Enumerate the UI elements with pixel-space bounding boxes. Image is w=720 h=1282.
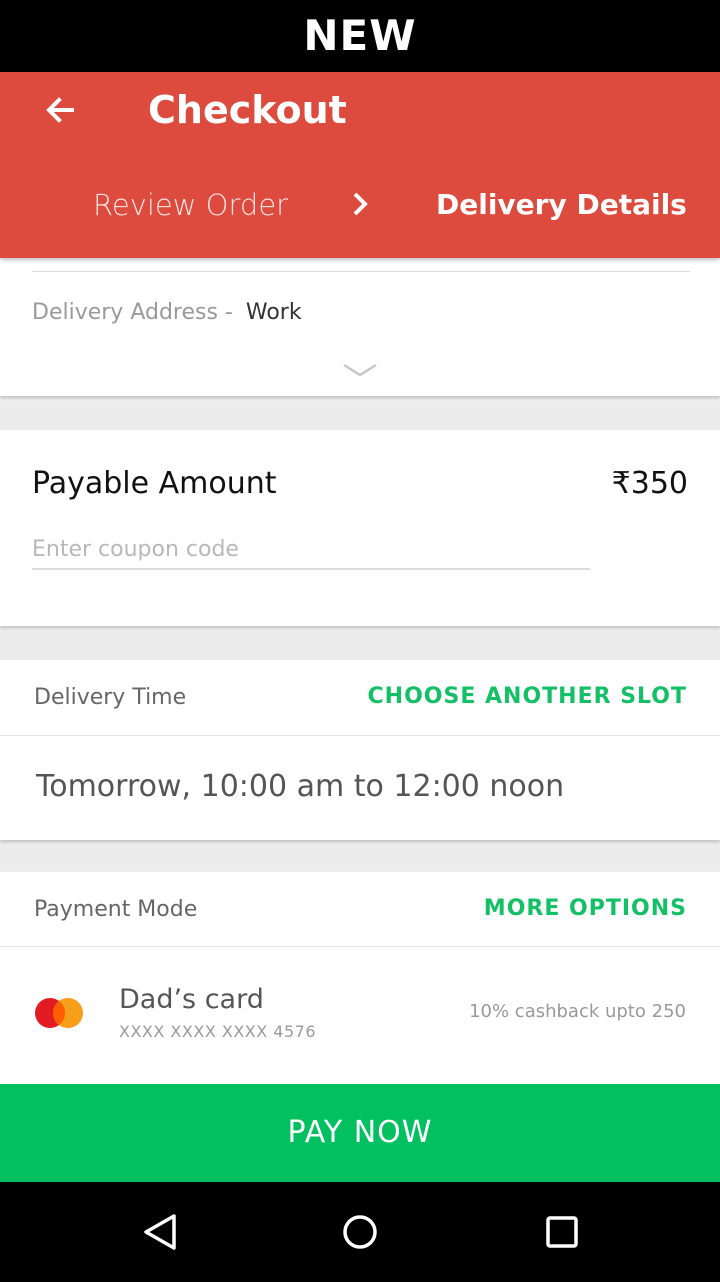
card-cashback-offer: 10% cashback upto 250	[469, 1001, 686, 1022]
nav-back-icon	[144, 1214, 176, 1250]
system-nav-bar	[0, 1182, 720, 1282]
choose-another-slot-button[interactable]: CHOOSE ANOTHER SLOT	[368, 684, 687, 709]
address-card: Delivery Address - Work	[0, 258, 720, 396]
nav-home-button[interactable]	[330, 1206, 390, 1258]
nav-recents-button[interactable]	[532, 1206, 592, 1258]
more-options-button[interactable]: MORE OPTIONS	[484, 896, 687, 921]
saved-card-name[interactable]: Dad’s card	[119, 984, 264, 1015]
new-banner: NEW	[0, 0, 720, 72]
payment-mode-card: Payment Mode MORE OPTIONS Dad’s card XXX…	[0, 872, 720, 1084]
mastercard-icon	[35, 998, 83, 1028]
payable-card: Payable Amount ₹350	[0, 430, 720, 626]
coupon-code-input[interactable]	[32, 530, 590, 570]
delivery-slot-text: Tomorrow, 10:00 am to 12:00 noon	[36, 769, 565, 804]
delivery-address-row: Delivery Address - Work	[32, 300, 302, 325]
back-button[interactable]	[30, 86, 90, 134]
payable-amount-label: Payable Amount	[32, 466, 277, 501]
app-bar: Checkout Review Order Delivery Details	[0, 72, 720, 258]
pay-now-button[interactable]: PAY NOW	[0, 1084, 720, 1182]
chevron-down-icon	[343, 363, 377, 377]
payment-mode-title: Payment Mode	[34, 897, 198, 922]
nav-back-button[interactable]	[130, 1206, 190, 1258]
nav-home-icon	[343, 1215, 377, 1249]
delivery-address-value: Work	[245, 300, 302, 325]
expand-address-button[interactable]	[338, 358, 382, 382]
payment-mode-header: Payment Mode MORE OPTIONS	[0, 872, 720, 947]
email-field-clipped	[32, 258, 690, 272]
delivery-time-header: Delivery Time CHOOSE ANOTHER SLOT	[0, 660, 720, 736]
delivery-address-label: Delivery Address -	[32, 300, 233, 325]
chevron-right-icon	[346, 186, 374, 222]
saved-card-number: XXXX XXXX XXXX 4576	[119, 1022, 317, 1041]
step-review-order[interactable]: Review Order	[93, 188, 288, 222]
back-arrow-icon	[46, 97, 74, 123]
delivery-time-title: Delivery Time	[34, 685, 187, 710]
step-delivery-details[interactable]: Delivery Details	[436, 188, 687, 221]
payable-amount-value: ₹350	[611, 466, 688, 501]
nav-recents-icon	[546, 1216, 578, 1248]
page-title: Checkout	[148, 88, 347, 132]
delivery-time-card: Delivery Time CHOOSE ANOTHER SLOT Tomorr…	[0, 660, 720, 840]
